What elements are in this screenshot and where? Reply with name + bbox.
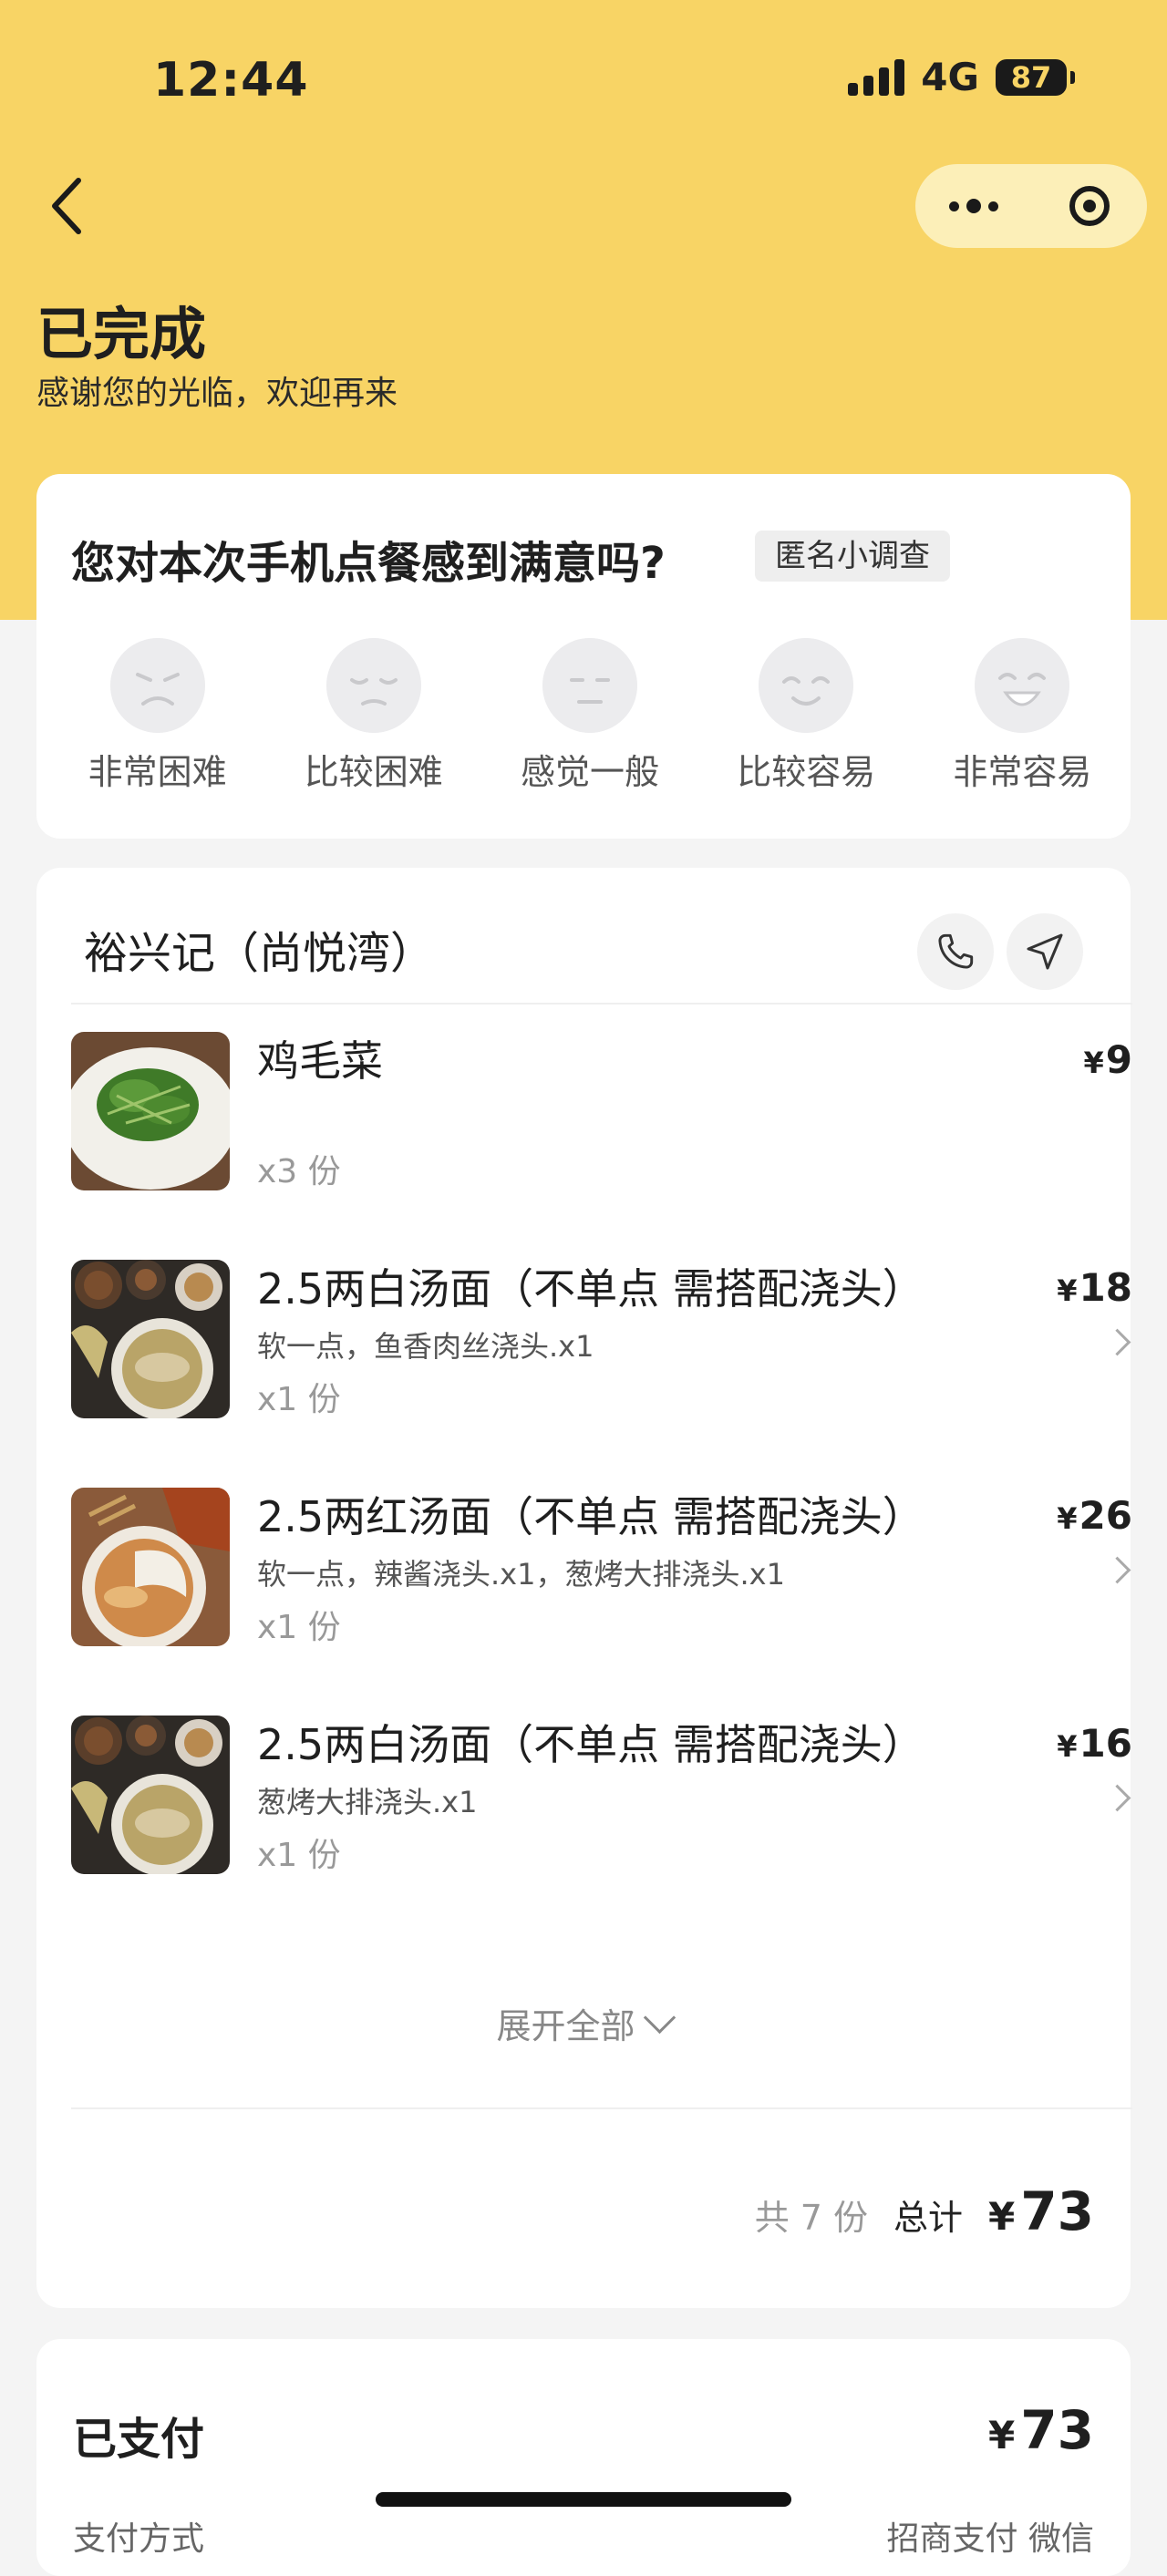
currency-symbol: ¥ <box>1057 1273 1078 1308</box>
currency-symbol: ¥ <box>1057 1501 1078 1536</box>
total-count: 共 7 份 <box>754 2198 869 2238</box>
chevron-right-icon <box>1103 1556 1131 1584</box>
order-item: 鸡毛菜 x3 份 ¥9 <box>71 1032 1132 1192</box>
page-subtitle: 感谢您的光临，欢迎再来 <box>36 375 398 412</box>
item-quantity: x1 份 <box>257 1837 341 1874</box>
currency-symbol: ¥ <box>988 2413 1016 2458</box>
payment-method-value: 招商支付 微信 <box>886 2520 1094 2558</box>
close-capsule-button[interactable] <box>1031 186 1147 226</box>
currency-symbol: ¥ <box>1083 1046 1104 1080</box>
paid-amount-value: 73 <box>1020 2399 1094 2461</box>
status-indicators: 4G 87 <box>848 55 1075 99</box>
item-image <box>71 1488 230 1646</box>
total-label: 总计 <box>893 2198 964 2238</box>
item-name: 2.5两红汤面（不单点 需搭配浇头） <box>257 1492 924 1541</box>
item-name: 2.5两白汤面（不单点 需搭配浇头） <box>257 1720 924 1769</box>
item-image <box>71 1260 230 1418</box>
item-price: ¥18 <box>1057 1265 1132 1310</box>
payment-method-label: 支付方式 <box>73 2520 205 2558</box>
item-quantity: x1 份 <box>257 1609 341 1646</box>
survey-option-easy[interactable]: 比较容易 <box>698 638 914 794</box>
battery-icon: 87 <box>996 58 1075 96</box>
survey-option-hard[interactable]: 比较困难 <box>265 638 481 794</box>
target-icon <box>1069 186 1110 226</box>
more-button[interactable] <box>915 199 1031 213</box>
total-amount: ¥73 <box>988 2180 1094 2242</box>
more-dot-icon <box>987 201 998 211</box>
survey-option-very-easy[interactable]: 非常容易 <box>914 638 1131 794</box>
back-button[interactable] <box>42 170 97 242</box>
order-item[interactable]: 2.5两白汤面（不单点 需搭配浇头） 葱烤大排浇头.x1 x1 份 ¥16 <box>71 1716 1132 1876</box>
item-image <box>71 1032 230 1190</box>
item-spec: 软一点，辣酱浇头.x1，葱烤大排浇头.x1 <box>257 1557 785 1592</box>
chevron-down-icon <box>643 2001 676 2035</box>
neutral-face-icon <box>542 638 637 733</box>
paid-amount: ¥73 <box>988 2399 1094 2461</box>
payment-method-row: 支付方式 招商支付 微信 <box>73 2512 1094 2560</box>
chevron-right-icon <box>1103 1328 1131 1356</box>
survey-question: 您对本次手机点餐感到满意吗? <box>71 538 666 589</box>
mini-program-capsule <box>915 164 1147 248</box>
expand-all-button[interactable]: 展开全部 <box>36 1998 1131 2048</box>
total-amount-value: 73 <box>1020 2180 1094 2242</box>
network-type: 4G <box>921 55 979 99</box>
smile-face-icon <box>759 638 854 733</box>
survey-tag: 匿名小调查 <box>755 531 950 582</box>
item-price-value: 18 <box>1079 1265 1132 1310</box>
item-price: ¥16 <box>1057 1721 1132 1766</box>
item-price: ¥26 <box>1057 1493 1132 1538</box>
survey-option-label: 比较容易 <box>737 752 876 792</box>
item-spec: 软一点，鱼香肉丝浇头.x1 <box>257 1329 594 1364</box>
sad-face-icon <box>325 638 421 733</box>
survey-options: 非常困难 比较困难 感觉一般 比较容易 非常容易 <box>36 638 1131 794</box>
survey-option-label: 比较困难 <box>304 752 443 792</box>
currency-symbol: ¥ <box>988 2194 1016 2239</box>
item-name: 2.5两白汤面（不单点 需搭配浇头） <box>257 1264 924 1314</box>
order-item[interactable]: 2.5两红汤面（不单点 需搭配浇头） 软一点，辣酱浇头.x1，葱烤大排浇头.x1… <box>71 1488 1132 1648</box>
item-spec: 葱烤大排浇头.x1 <box>257 1785 478 1819</box>
order-card: 裕兴记（尚悦湾） 鸡毛菜 x3 份 ¥9 2.5两白汤面（不单点 需搭配浇头） … <box>36 868 1132 2308</box>
chevron-left-icon <box>52 178 81 234</box>
item-quantity: x1 份 <box>257 1381 341 1418</box>
phone-icon <box>938 933 974 969</box>
survey-card: 您对本次手机点餐感到满意吗? 匿名小调查 非常困难 比较困难 感觉一般 比较容易… <box>36 474 1131 839</box>
divider <box>71 2107 1132 2109</box>
more-dot-icon <box>948 201 959 211</box>
navigation-arrow-icon <box>1027 933 1063 970</box>
currency-symbol: ¥ <box>1057 1729 1078 1764</box>
battery-level: 87 <box>1010 59 1052 95</box>
item-price-value: 9 <box>1105 1037 1132 1082</box>
item-price: ¥9 <box>1084 1037 1133 1082</box>
shop-name[interactable]: 裕兴记（尚悦湾） <box>84 917 434 981</box>
survey-option-label: 非常容易 <box>953 752 1092 792</box>
angry-face-icon <box>109 638 205 733</box>
item-price-value: 26 <box>1079 1493 1132 1538</box>
laughing-face-icon <box>975 638 1070 733</box>
more-dot-icon <box>966 199 981 213</box>
home-indicator <box>376 2492 791 2507</box>
payment-status: 已支付 <box>73 2414 205 2465</box>
call-button[interactable] <box>917 913 994 990</box>
item-price-value: 16 <box>1079 1721 1132 1766</box>
chevron-right-icon <box>1103 1784 1131 1812</box>
item-image <box>71 1716 230 1874</box>
navigate-button[interactable] <box>1007 913 1083 990</box>
survey-option-very-hard[interactable]: 非常困难 <box>49 638 265 794</box>
order-totals: 共 7 份 总计 ¥73 <box>755 2180 1094 2242</box>
expand-all-label: 展开全部 <box>496 2006 635 2046</box>
page-title: 已完成 <box>36 301 207 367</box>
survey-option-label: 非常困难 <box>88 752 227 792</box>
item-name: 鸡毛菜 <box>257 1036 383 1086</box>
signal-icon <box>848 58 905 96</box>
survey-option-label: 感觉一般 <box>521 752 660 792</box>
survey-option-neutral[interactable]: 感觉一般 <box>481 638 697 794</box>
divider <box>71 1003 1132 1005</box>
item-quantity: x3 份 <box>257 1153 341 1190</box>
status-time: 12:44 <box>153 53 309 108</box>
payment-card: 已支付 ¥73 支付方式 招商支付 微信 <box>36 2339 1131 2576</box>
order-item[interactable]: 2.5两白汤面（不单点 需搭配浇头） 软一点，鱼香肉丝浇头.x1 x1 份 ¥1… <box>71 1260 1132 1420</box>
